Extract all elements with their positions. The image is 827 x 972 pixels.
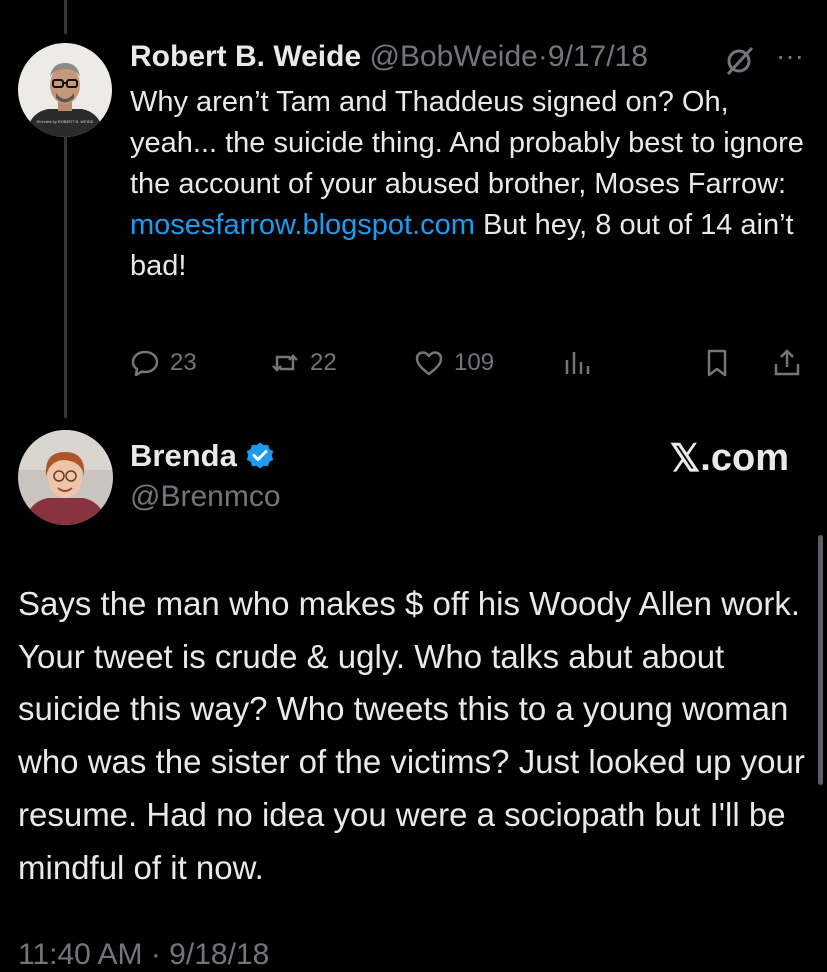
reply-count: 23 xyxy=(170,349,197,376)
bookmark-icon xyxy=(707,349,727,377)
avatar-robert-weide[interactable]: Directed by ROBERT B. WEIDE xyxy=(18,43,112,137)
tweet1-header: Robert B. Weide @BobWeide·9/17/18 xyxy=(130,40,820,80)
tweet2-text: Says the man who makes $ off his Woody A… xyxy=(18,585,805,886)
author-name[interactable]: Robert B. Weide xyxy=(130,40,361,73)
views-button[interactable] xyxy=(562,343,602,383)
author-name-brenda[interactable]: Brenda xyxy=(130,438,275,474)
avatar-shirt-text: Directed by ROBERT B. WEIDE xyxy=(37,119,94,124)
bookmark-button[interactable] xyxy=(702,343,742,383)
x-com-logo: 𝕏 .com xyxy=(670,436,789,481)
verified-badge-icon xyxy=(246,442,274,469)
author-name-label: Brenda xyxy=(130,438,237,473)
scrollbar[interactable] xyxy=(818,535,823,785)
thread-line-connector xyxy=(64,128,67,418)
tweet-date[interactable]: 9/17/18 xyxy=(548,40,648,73)
tweet2-timestamp[interactable]: 11:40 AM · 9/18/18 xyxy=(18,938,269,972)
no-edit-icon xyxy=(722,44,756,83)
x-logo-suffix: .com xyxy=(700,437,789,479)
more-icon[interactable]: ··· xyxy=(776,40,804,72)
author-handle[interactable]: @BobWeide xyxy=(369,40,537,73)
avatar-brenda[interactable] xyxy=(18,430,113,525)
repost-icon xyxy=(272,354,298,372)
thread-line-top xyxy=(64,0,67,34)
share-icon xyxy=(774,349,800,376)
repost-button[interactable]: 22 xyxy=(270,343,337,383)
author-handle-brenda[interactable]: @Brenmco xyxy=(130,480,281,514)
tweet1-text-before-link: Why aren’t Tam and Thaddeus signed on? O… xyxy=(130,86,804,200)
like-icon xyxy=(415,351,443,376)
repost-count: 22 xyxy=(310,349,337,376)
views-icon xyxy=(565,352,590,374)
x-logo-icon: 𝕏 xyxy=(669,438,701,480)
tweet1-link[interactable]: mosesfarrow.blogspot.com xyxy=(130,209,475,241)
tweet1-text: Why aren’t Tam and Thaddeus signed on? O… xyxy=(130,82,810,287)
tweet1-actions: 23 22 109 xyxy=(130,343,810,383)
meta-separator: · xyxy=(537,40,548,73)
reply-icon xyxy=(131,350,159,377)
like-count: 109 xyxy=(454,349,495,376)
like-button[interactable]: 109 xyxy=(414,343,494,383)
reply-button[interactable]: 23 xyxy=(130,343,197,383)
share-button[interactable] xyxy=(772,343,812,383)
